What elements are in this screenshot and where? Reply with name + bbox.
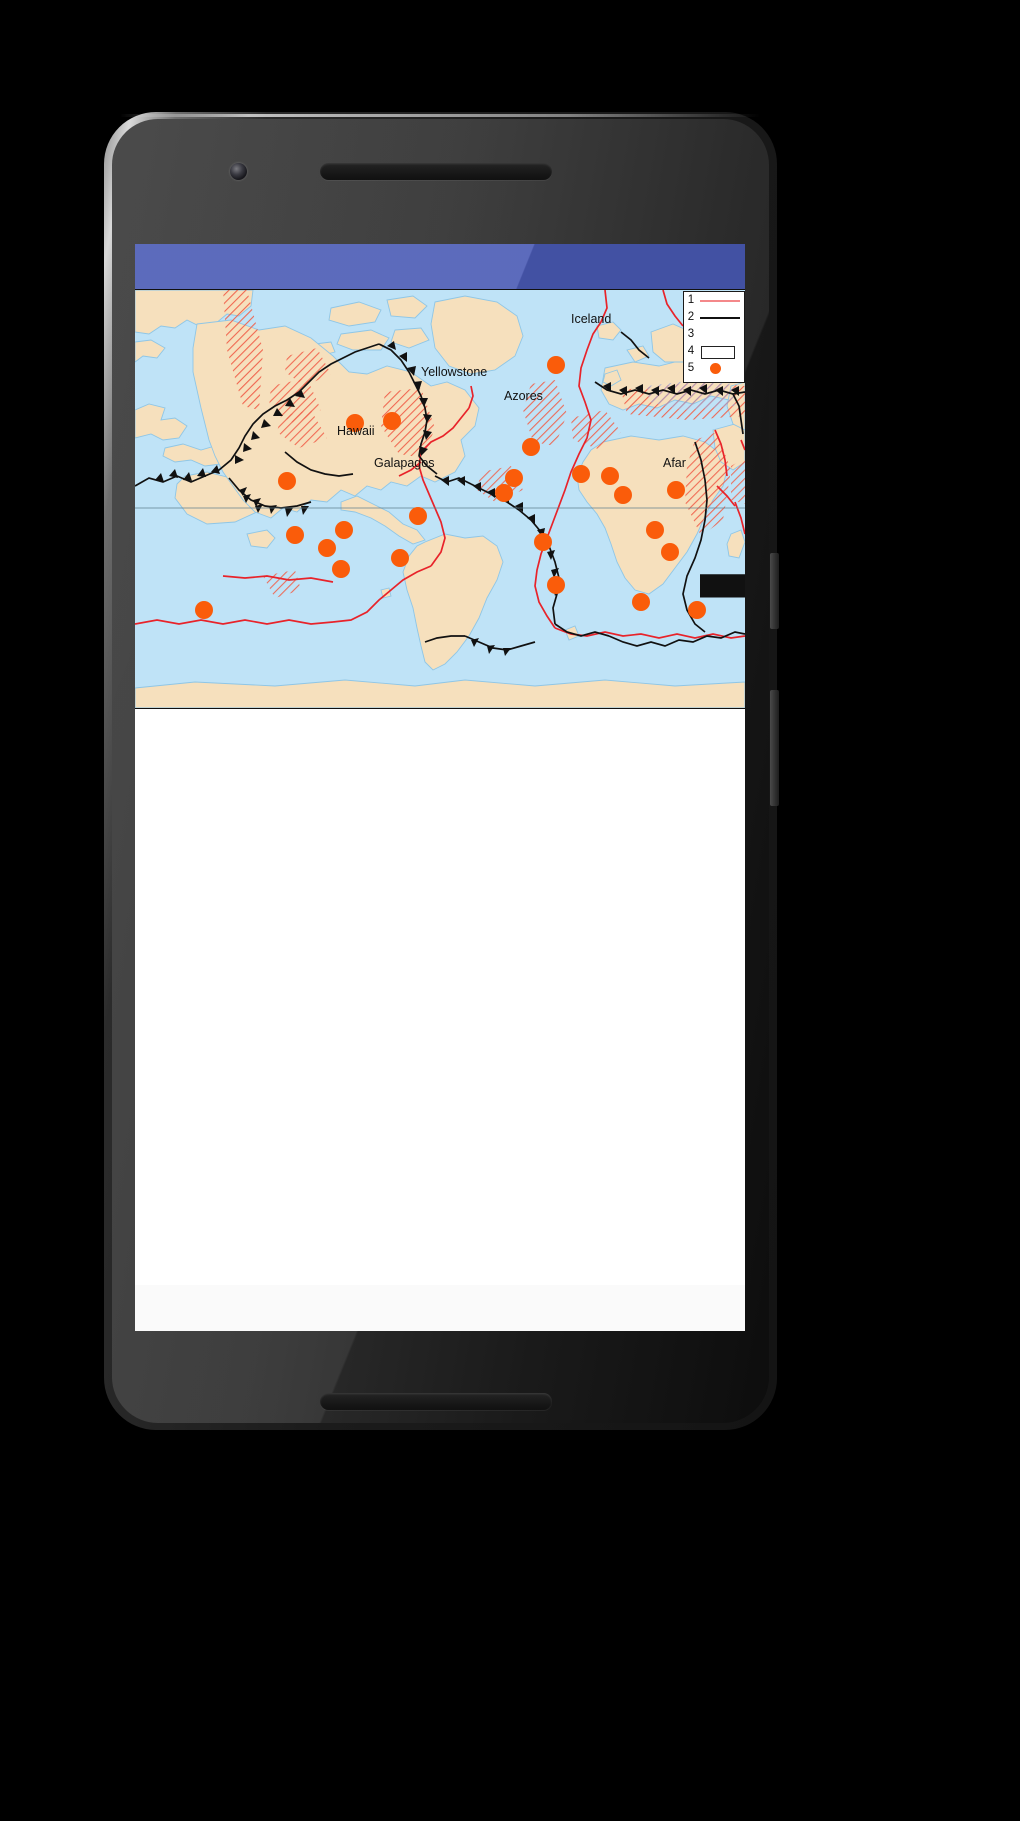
bottom-speaker-icon <box>320 1393 552 1410</box>
legend-symbol-red-line <box>698 292 744 309</box>
legend-number-5: 5 <box>687 361 695 374</box>
content-bottom-strip <box>135 1285 745 1331</box>
app-bar-sheen <box>135 244 745 289</box>
power-button[interactable] <box>770 553 779 629</box>
legend-symbol-white-rect <box>698 343 744 360</box>
label-yellowstone: Yellowstone <box>421 365 487 379</box>
label-iceland: Iceland <box>571 312 611 326</box>
legend-entry-3: 3 <box>684 326 745 598</box>
legend-number-2: 2 <box>687 310 695 323</box>
legend-entry-1: 1 <box>684 292 744 309</box>
legend-entry-2: 2 <box>684 309 744 326</box>
app-bar <box>135 244 745 289</box>
label-afar: Afar <box>663 456 686 470</box>
phone-top-edge-highlight <box>120 114 760 117</box>
legend-entry-4: 4 <box>684 343 744 360</box>
map-legend[interactable]: 1 2 3 4 5 <box>683 291 745 598</box>
legend-number-4: 4 <box>687 344 695 357</box>
legend-symbol-toothed-line <box>698 326 745 598</box>
label-azores: Azores <box>504 389 543 403</box>
label-hawaii: Hawaii <box>337 424 375 438</box>
label-galapagos: Galapagos <box>374 456 434 470</box>
volume-button[interactable] <box>770 690 779 806</box>
phone-screen: Iceland Yellowstone Azores Hawaii Galapa… <box>135 244 745 1331</box>
world-tectonic-map[interactable]: Iceland Yellowstone Azores Hawaii Galapa… <box>135 289 745 709</box>
legend-number-3: 3 <box>687 327 695 340</box>
earpiece-speaker-icon <box>320 163 552 180</box>
map-svg: Iceland Yellowstone Azores Hawaii Galapa… <box>135 290 745 708</box>
legend-entry-5: 5 <box>684 360 744 377</box>
legend-symbol-black-line <box>698 309 744 326</box>
legend-number-1: 1 <box>687 293 695 306</box>
screenshot-root: Iceland Yellowstone Azores Hawaii Galapa… <box>0 0 1020 1821</box>
legend-symbol-orange-circle <box>698 360 744 377</box>
front-camera-icon <box>230 163 247 180</box>
app-content-area: Iceland Yellowstone Azores Hawaii Galapa… <box>135 289 745 1331</box>
